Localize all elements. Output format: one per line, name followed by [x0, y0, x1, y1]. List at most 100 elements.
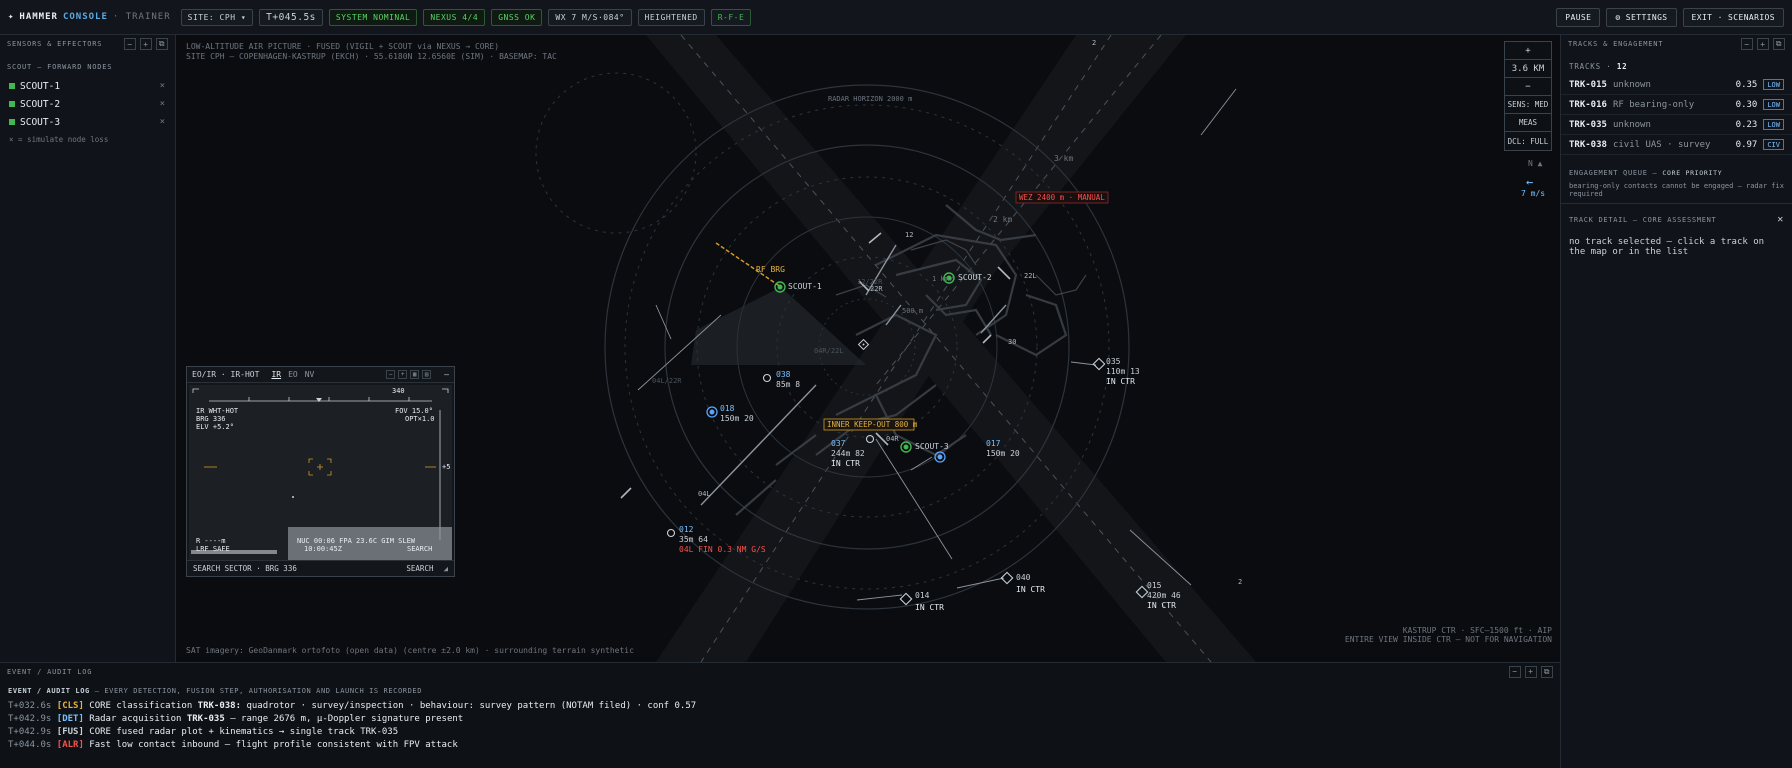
track-row[interactable]: TRK-015 unknown 0.35 LOW: [1561, 75, 1792, 95]
runway-label: 2: [1092, 39, 1097, 47]
remove-node-button[interactable]: ×: [160, 117, 165, 127]
track-id: 038: [776, 370, 791, 379]
track-trail: [956, 577, 1005, 589]
node-scout-1[interactable]: SCOUT-1 ×: [0, 77, 175, 95]
scout-2-label[interactable]: SCOUT-2: [958, 273, 992, 282]
remove-node-button[interactable]: ×: [160, 81, 165, 91]
remove-node-button[interactable]: ×: [160, 99, 165, 109]
track-015-label[interactable]: 015 420m 46 IN CTR: [1147, 581, 1181, 611]
grid-button[interactable]: ▦: [410, 370, 420, 379]
track-037-label[interactable]: 037 244m 82 IN CTR: [831, 439, 865, 469]
log-track-ref: TRK-035: [186, 714, 225, 724]
threshold-04l: [620, 487, 632, 499]
measure-button[interactable]: MEAS: [1505, 114, 1551, 132]
log-time: T+042.9s: [8, 727, 52, 737]
exit-scenarios-button[interactable]: EXIT · SCENARIOS: [1682, 7, 1784, 27]
node-scout-2[interactable]: SCOUT-2 ×: [0, 95, 175, 113]
log-time: T+042.9s: [8, 714, 52, 724]
mode-nv-tab[interactable]: NV: [305, 370, 315, 379]
optics-readout: OPT×1.0: [405, 415, 435, 423]
resize-handle-icon[interactable]: ◢: [443, 564, 448, 573]
track-info: 244m 82: [831, 449, 865, 458]
zoom-out-button[interactable]: −: [386, 370, 396, 379]
pause-button[interactable]: PAUSE: [1556, 7, 1601, 27]
rf-bearing-label: RF BRG: [756, 265, 785, 274]
runway-label: 22R: [870, 285, 883, 293]
scout-3-label[interactable]: SCOUT-3: [915, 442, 949, 451]
detach-button[interactable]: ⧉: [156, 38, 168, 50]
track-018-label[interactable]: 018 150m 20: [720, 404, 754, 424]
track-row[interactable]: TRK-038 civil UAS · survey 0.97 CIV: [1561, 135, 1792, 155]
log-text: — range 2676 m, µ-Doppler signature pres…: [224, 714, 464, 724]
threat-badge: LOW: [1763, 119, 1784, 130]
sensitivity-button[interactable]: SENS: MED: [1505, 96, 1551, 114]
track-info: 150m 20: [986, 449, 1020, 458]
close-icon[interactable]: ✕: [1777, 214, 1784, 225]
expand-button[interactable]: +: [140, 38, 152, 50]
node-scout-3[interactable]: SCOUT-3 ×: [0, 113, 175, 131]
zoom-in-button[interactable]: +: [1505, 42, 1551, 60]
track-040-label[interactable]: 040 IN CTR: [1016, 569, 1045, 594]
mode-eo-tab[interactable]: EO: [288, 370, 298, 379]
track-017-label[interactable]: 017 150m 20: [986, 439, 1020, 459]
tracks-panel: TRACKS & ENGAGEMENT − + ⧉ TRACKS · 12 TR…: [1560, 35, 1792, 768]
status-weather: WX 7 M/S·084°: [548, 8, 632, 26]
zoom-in-button[interactable]: +: [398, 370, 408, 379]
log-entry: T+044.0s [ALR] Fast low contact inbound …: [0, 740, 1560, 753]
ring-label-2km: 2 km: [993, 215, 1013, 224]
track-trail: [910, 456, 933, 471]
threat-badge: LOW: [1763, 99, 1784, 110]
panel-title: EVENT / AUDIT LOG: [7, 667, 93, 676]
collapse-button[interactable]: −: [1741, 38, 1753, 50]
track-012-label[interactable]: 012 35m 64 04L FIN 0.3 NM G/S: [679, 525, 766, 555]
log-text: Fast low contact inbound — flight profil…: [89, 740, 458, 750]
track-row[interactable]: TRK-035 unknown 0.23 LOW: [1561, 115, 1792, 135]
track-038-label[interactable]: 038 85m 8: [776, 370, 800, 390]
eoir-window[interactable]: EO/IR · IR-HOT IR EO NV − + ▦ ▤ — IR WHT…: [186, 366, 455, 577]
sensor-clock: 10:00:45Z: [304, 545, 342, 553]
track-row[interactable]: TRK-016 RF bearing-only 0.30 LOW: [1561, 95, 1792, 115]
status-nexus: NEXUS 4/4: [423, 8, 486, 26]
log-entry: T+042.9s [FUS] CORE fused radar plot + k…: [0, 727, 1560, 740]
status-alert-level: HEIGHTENED: [637, 8, 705, 26]
collapse-button[interactable]: −: [1509, 665, 1521, 678]
record-button[interactable]: ▤: [422, 370, 432, 379]
detach-button[interactable]: ⧉: [1773, 38, 1785, 50]
zoom-out-button[interactable]: −: [1505, 78, 1551, 96]
track-zone: IN CTR: [831, 459, 860, 468]
log-text: quadrotor · survey/inspection · behaviou…: [241, 701, 697, 711]
node-label: SCOUT-3: [20, 116, 61, 128]
settings-button[interactable]: ⚙ SETTINGS: [1606, 7, 1677, 27]
node-loss-hint: × = simulate node loss: [9, 135, 109, 144]
log-time: T+032.6s: [8, 701, 52, 711]
panel-title: SENSORS & EFFECTORS: [7, 40, 103, 48]
ring-label-3km: 3 km: [1054, 154, 1074, 163]
range-readout: R ----m: [196, 537, 226, 545]
expand-button[interactable]: +: [1525, 665, 1537, 678]
track-warning: 04L FIN 0.3 NM G/S: [679, 545, 766, 554]
sensors-panel: SENSORS & EFFECTORS − + ⧉ SCOUT — FORWAR…: [0, 35, 176, 662]
eoir-video[interactable]: IR WHT-HOT BRG 336 ELV +5.2° FOV 15.0° O…: [189, 385, 452, 560]
minimize-button[interactable]: —: [444, 370, 449, 379]
runway-label: 04R/22L: [814, 347, 844, 355]
track-info: 110m 13: [1106, 367, 1140, 376]
mode-ir-tab[interactable]: IR: [271, 370, 281, 379]
track-014-label[interactable]: 014 IN CTR: [915, 587, 944, 612]
expand-button[interactable]: +: [1757, 38, 1769, 50]
site-selector[interactable]: SITE: CPH ▾: [180, 8, 254, 26]
track-class: unknown: [1612, 119, 1651, 130]
tracks-count: 12: [1616, 62, 1628, 71]
log-tag: [CLS]: [56, 701, 84, 711]
scout-1-label[interactable]: SCOUT-1: [788, 282, 822, 291]
heading-readout: 340: [392, 387, 405, 395]
runway-segment: [980, 304, 1007, 334]
radar-horizon-label: RADAR HORIZON 2000 m: [828, 95, 913, 103]
track-id: TRK-015: [1569, 79, 1607, 90]
declutter-button[interactable]: DCL: FULL: [1505, 132, 1551, 150]
north-indicator: N ▲: [1528, 159, 1543, 168]
collapse-button[interactable]: −: [124, 38, 136, 50]
track-035-label[interactable]: 035 110m 13 IN CTR: [1106, 357, 1140, 387]
runway-label: 2: [1238, 578, 1243, 586]
runway-strip-04R-22L: [856, 35, 1186, 395]
detach-button[interactable]: ⧉: [1541, 665, 1553, 678]
